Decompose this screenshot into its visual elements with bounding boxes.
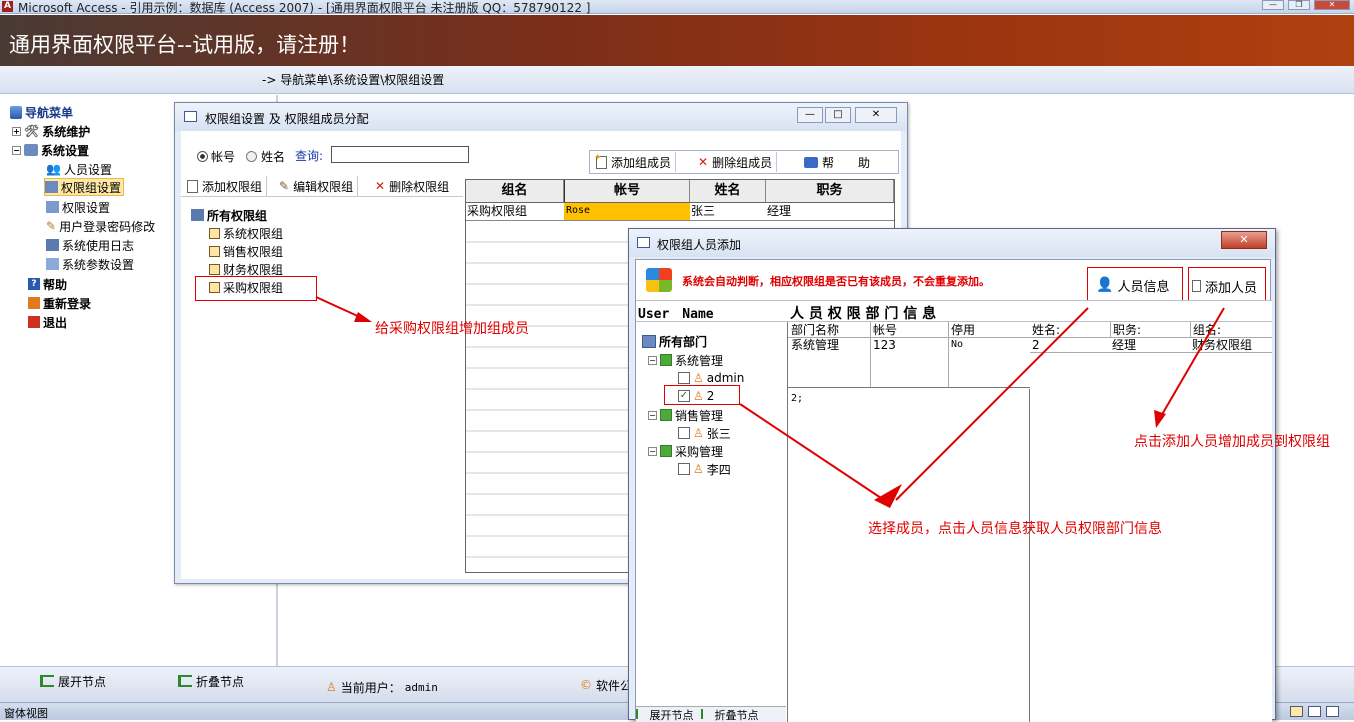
annotation-text-2: 点击添加人员增加成员到权限组: [1134, 434, 1330, 450]
annotation-arrows: [739, 307, 1225, 508]
annotation-text-3: 选择成员，点击人员信息获取人员权限部门信息: [868, 521, 1162, 537]
